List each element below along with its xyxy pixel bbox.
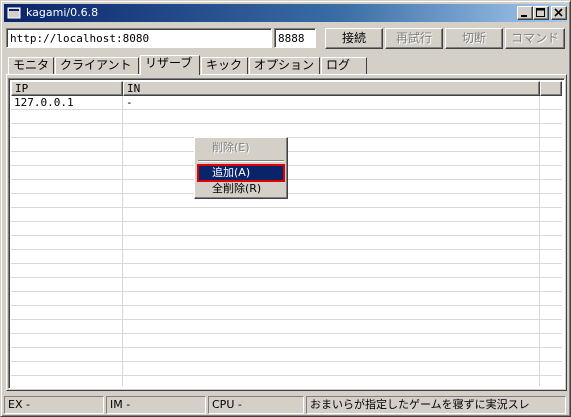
connect-button[interactable]: 接続: [325, 28, 383, 49]
cell-in: -: [126, 96, 133, 109]
status-message: おまいらが指定したゲームを寝ずに実況スレ: [306, 396, 566, 414]
list-header: IP IN: [11, 81, 562, 96]
maximize-icon: [536, 8, 545, 17]
tab-option[interactable]: オプション: [249, 57, 320, 74]
url-input[interactable]: http://localhost:8080: [6, 28, 272, 48]
status-im: IM -: [106, 396, 206, 414]
title-bar[interactable]: kagami/0.6.8: [4, 4, 567, 22]
cell-ip: 127.0.0.1: [14, 96, 74, 109]
tab-kick[interactable]: キック: [201, 57, 248, 74]
minimize-button[interactable]: [517, 6, 533, 20]
close-button[interactable]: [551, 6, 567, 20]
status-cpu: CPU -: [208, 396, 304, 414]
menu-separator: [198, 160, 284, 162]
table-row[interactable]: 127.0.0.1 -: [11, 96, 562, 110]
menu-item-delete-all[interactable]: 全削除(R): [198, 181, 284, 197]
menu-item-add[interactable]: 追加(A): [197, 164, 285, 182]
reserve-list[interactable]: IP IN 127.0.0.1 -: [8, 78, 565, 389]
tab-client[interactable]: クライアント: [55, 57, 139, 74]
close-icon: [554, 8, 563, 17]
status-ex: EX -: [4, 396, 104, 414]
tab-monitor[interactable]: モニタ: [8, 57, 54, 74]
disconnect-button[interactable]: 切断: [445, 28, 503, 49]
command-button[interactable]: コマンド: [505, 28, 565, 49]
main-window: kagami/0.6.8 http://localhost:8080 8888 …: [0, 0, 571, 417]
grid-line: [122, 96, 123, 386]
tab-log[interactable]: ログ: [321, 57, 367, 74]
maximize-button[interactable]: [533, 6, 549, 20]
app-window-icon: [7, 6, 21, 20]
tab-reserve[interactable]: リザーブ: [140, 55, 200, 75]
menu-item-delete[interactable]: 削除(E): [198, 140, 284, 156]
context-menu: 削除(E) 追加(A) 全削除(R): [194, 137, 288, 199]
retry-button[interactable]: 再試行: [385, 28, 443, 49]
grid-line: [539, 96, 540, 386]
window-title: kagami/0.6.8: [26, 6, 99, 19]
column-header-filler: [540, 81, 562, 96]
column-header-in[interactable]: IN: [123, 81, 540, 96]
minimize-icon: [521, 15, 527, 17]
port-input[interactable]: 8888: [274, 28, 316, 48]
column-header-ip[interactable]: IP: [11, 81, 123, 96]
